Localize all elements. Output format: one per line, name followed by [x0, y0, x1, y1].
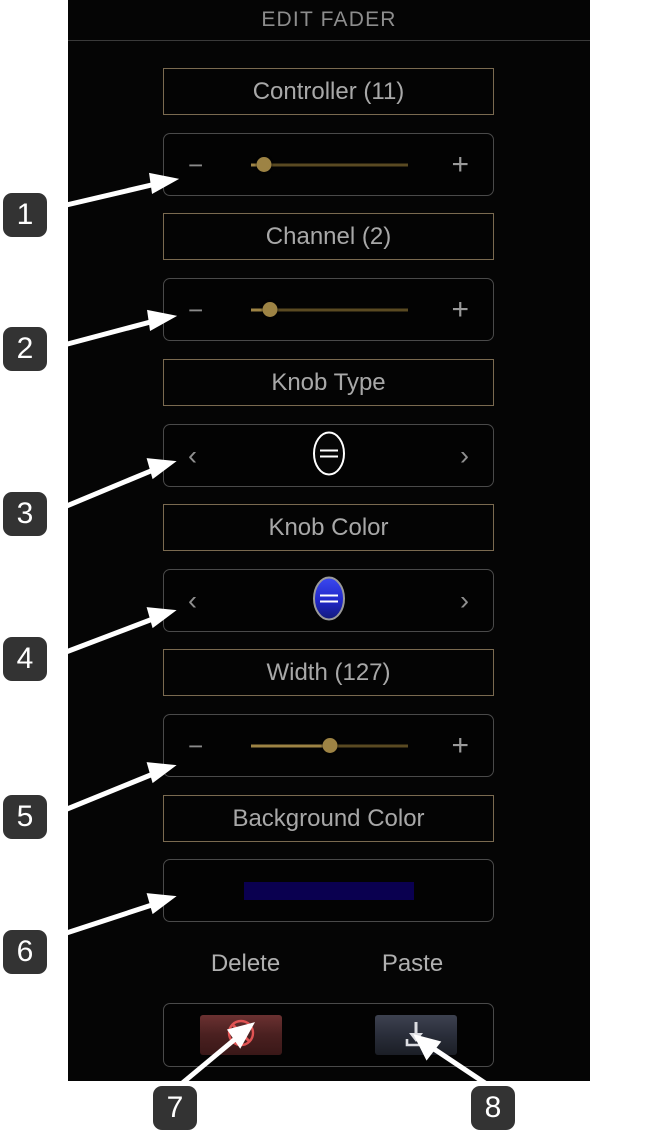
screenshot-root: EDIT FADER Controller (11) − + Channel (…: [0, 0, 660, 1136]
label-channel-text: Channel (2): [265, 222, 392, 250]
label-knob-type: Knob Type: [163, 359, 494, 406]
minus-icon-width[interactable]: −: [188, 733, 203, 759]
annotation-badge-2: 2: [3, 327, 47, 371]
selector-knob-color[interactable]: ‹ ›: [163, 569, 494, 632]
chevron-left-icon-knob-color[interactable]: ‹: [188, 587, 197, 614]
annotation-badge-1: 1: [3, 193, 47, 237]
plus-icon-width[interactable]: +: [451, 730, 469, 761]
slider-knob-channel[interactable]: [262, 302, 278, 317]
label-knob-color-text: Knob Color: [268, 513, 389, 541]
slider-fill-width: [251, 744, 330, 747]
minus-icon-channel[interactable]: −: [188, 297, 203, 323]
slider-controller[interactable]: − +: [163, 133, 494, 196]
download-icon: [400, 1017, 432, 1054]
annotation-badge-4: 4: [3, 637, 47, 681]
slider-knob-controller[interactable]: [256, 157, 272, 172]
annotation-badge-8: 8: [471, 1086, 515, 1130]
label-controller: Controller (11): [163, 68, 494, 115]
label-width-text: Width (127): [266, 658, 391, 686]
paste-button[interactable]: [375, 1015, 457, 1055]
delete-button[interactable]: [200, 1015, 282, 1055]
label-channel: Channel (2): [163, 213, 494, 260]
slider-track-channel[interactable]: [251, 302, 408, 317]
paste-label: Paste: [381, 950, 444, 977]
label-controller-text: Controller (11): [252, 77, 405, 105]
background-color-picker[interactable]: [163, 859, 494, 922]
label-background-color-text: Background Color: [232, 804, 425, 832]
slider-track-width[interactable]: [251, 738, 408, 753]
plus-icon-channel[interactable]: +: [451, 294, 469, 325]
label-width: Width (127): [163, 649, 494, 696]
annotation-badge-5: 5: [3, 795, 47, 839]
annotation-badge-6: 6: [3, 930, 47, 974]
panel-titlebar: EDIT FADER: [68, 0, 590, 41]
selector-knob-type[interactable]: ‹ ›: [163, 424, 494, 487]
knob-color-preview-icon: [309, 574, 349, 627]
slider-width[interactable]: − +: [163, 714, 494, 777]
chevron-left-icon-knob-type[interactable]: ‹: [188, 442, 197, 469]
action-button-row: [163, 1003, 494, 1067]
minus-icon-controller[interactable]: −: [188, 152, 203, 178]
chevron-right-icon-knob-type[interactable]: ›: [460, 442, 469, 469]
slider-channel[interactable]: − +: [163, 278, 494, 341]
circle-x-icon: [225, 1017, 257, 1054]
annotation-badge-3: 3: [3, 492, 47, 536]
label-background-color: Background Color: [163, 795, 494, 842]
background-color-swatch[interactable]: [243, 881, 414, 900]
label-knob-color: Knob Color: [163, 504, 494, 551]
chevron-right-icon-knob-color[interactable]: ›: [460, 587, 469, 614]
page-title: EDIT FADER: [261, 8, 397, 31]
slider-track-controller[interactable]: [251, 157, 408, 172]
plus-icon-controller[interactable]: +: [451, 149, 469, 180]
knob-type-preview-icon: [309, 429, 349, 482]
label-knob-type-text: Knob Type: [271, 368, 386, 396]
annotation-badge-7: 7: [153, 1086, 197, 1130]
delete-label: Delete: [210, 950, 281, 977]
edit-fader-panel: EDIT FADER Controller (11) − + Channel (…: [68, 0, 590, 1081]
slider-knob-width[interactable]: [322, 738, 337, 753]
